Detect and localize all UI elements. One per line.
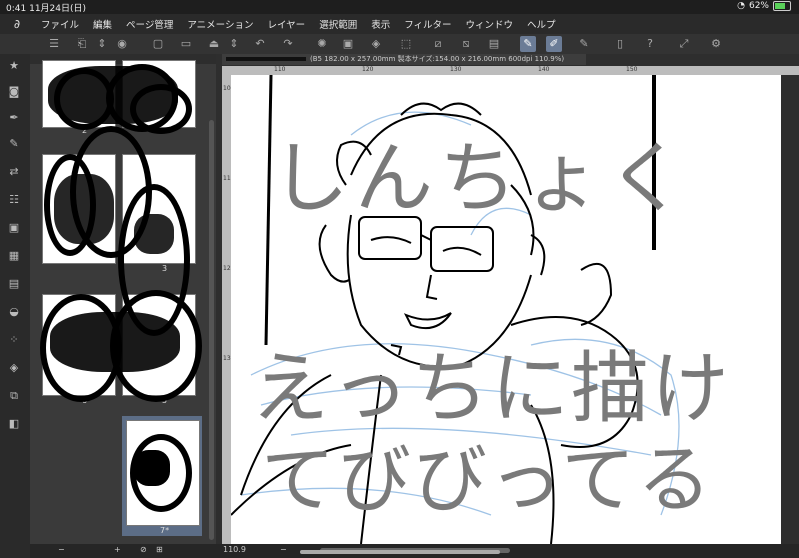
censor-scribble <box>54 68 114 130</box>
ruler-label: 120 <box>362 66 374 73</box>
menu-page[interactable]: ページ管理 <box>119 17 180 31</box>
ruler-label: 140 <box>538 66 550 73</box>
censor-scribble <box>134 450 170 486</box>
status-right: ◔ 62% <box>737 1 791 11</box>
zoom-value[interactable]: 110.9 <box>223 545 246 554</box>
fill-icon[interactable]: ◈ <box>368 36 384 52</box>
zoom-plus-left[interactable]: + <box>114 545 121 554</box>
undo-icon[interactable]: ↶ <box>252 36 268 52</box>
menu-window[interactable]: ウィンドウ <box>459 17 521 31</box>
film-icon[interactable]: ▤ <box>6 276 22 292</box>
zoom-minus-left[interactable]: − <box>58 545 65 554</box>
pen-perspective-icon[interactable]: ✎ <box>576 36 592 52</box>
palette-bar: ★ ◙ ✒ ✎ ⇄ ☷ ▣ ▦ ▤ ◒ ⁘ ◈ ⧉ ◧ <box>0 54 31 558</box>
ruler-left: 100 110 120 130 <box>222 75 234 544</box>
up-down-icon[interactable]: ⇕ <box>226 36 242 52</box>
document-tab[interactable]: (B5 182.00 x 257.00mm 製本サイズ:154.00 x 216… <box>222 54 586 65</box>
menu-help[interactable]: ヘルプ <box>520 17 563 31</box>
new-page-icon[interactable]: ⎗ <box>74 36 90 52</box>
fullscreen-icon[interactable]: ⤢ <box>676 36 692 52</box>
drawing-canvas[interactable]: しんちょく えっちに描け てびびってる <box>231 75 781 544</box>
pen-icon[interactable]: ✒ <box>6 110 22 126</box>
transform-icon[interactable]: ⬚ <box>398 36 414 52</box>
document-info: (B5 182.00 x 257.00mm 製本サイズ:154.00 x 216… <box>310 55 565 63</box>
censor-scribble <box>54 174 114 244</box>
clip-studio-logo-icon[interactable]: ∂ <box>0 17 34 31</box>
ruler-label: 130 <box>450 66 462 73</box>
save-icon[interactable]: ⏏ <box>206 36 222 52</box>
page-panel-scrollbar[interactable] <box>209 120 214 540</box>
note-line-2: えっちに描け <box>251 344 731 434</box>
transfer-icon[interactable]: ⇄ <box>6 164 22 180</box>
menu-layer[interactable]: レイヤー <box>260 17 312 31</box>
note-line-3: てびびってる <box>261 437 713 523</box>
menu-file[interactable]: ファイル <box>34 17 86 31</box>
menu-icon[interactable]: ☰ <box>46 36 62 52</box>
sliders-icon[interactable]: ☷ <box>6 192 22 208</box>
command-bar: ☰ ⎗ ⇕ ◉ ▢ ▭ ⏏ ⇕ ↶ ↷ ✺ ▣ ◈ ⬚ ⧄ ⧅ ▤ ✎ ✐ ✎ … <box>0 34 799 55</box>
page-arrows-icon[interactable]: ⇕ <box>94 36 110 52</box>
page-manager-panel: 2 3 6 5 7* <box>30 54 216 544</box>
deselect-icon[interactable]: ⧄ <box>430 36 446 52</box>
menu-bar: ∂ ファイル 編集 ページ管理 アニメーション レイヤー 選択範囲 表示 フィル… <box>0 14 799 35</box>
menu-selection[interactable]: 選択範囲 <box>312 17 364 31</box>
menu-animation[interactable]: アニメーション <box>180 17 260 31</box>
ruler-label: 150 <box>626 66 638 73</box>
color-icon[interactable]: ◧ <box>6 416 22 432</box>
menu-filter[interactable]: フィルター <box>397 17 458 31</box>
new-file-icon[interactable]: ▢ <box>150 36 166 52</box>
drop-icon[interactable]: ◒ <box>6 304 22 320</box>
censor-scribble <box>130 84 192 134</box>
invert-icon[interactable]: ⧅ <box>458 36 474 52</box>
battery-icon <box>773 1 791 11</box>
camera-icon[interactable]: ◙ <box>6 84 22 100</box>
home-indicator <box>300 550 500 554</box>
zoom-minus[interactable]: − <box>280 545 287 554</box>
ruler-top: 110 120 130 140 150 <box>222 66 799 75</box>
layers-panel-icon[interactable]: ▣ <box>6 220 22 236</box>
status-bar: 0:41 11月24日(日) ◔ 62% <box>0 0 799 14</box>
star-icon[interactable]: ★ <box>6 58 22 74</box>
redo-icon[interactable]: ↷ <box>280 36 296 52</box>
menu-view[interactable]: 表示 <box>364 17 397 31</box>
pen-ruler-icon[interactable]: ✐ <box>546 36 562 52</box>
censor-scribble <box>134 214 174 254</box>
help-icon[interactable]: ? <box>642 36 658 52</box>
page-settings-icon[interactable]: ⊘ <box>140 545 147 554</box>
ruler-label: 110 <box>274 66 286 73</box>
page-number: 7* <box>160 526 170 535</box>
page-add-icon[interactable]: ⊞ <box>156 545 163 554</box>
settings-icon[interactable]: ⚙ <box>708 36 724 52</box>
clear-icon[interactable]: ▣ <box>340 36 356 52</box>
battery-fill <box>775 3 785 9</box>
document-name-redacted <box>226 57 306 61</box>
menu-edit[interactable]: 編集 <box>86 17 119 31</box>
stack-icon[interactable]: ◈ <box>6 360 22 376</box>
device-icon[interactable]: ▯ <box>612 36 628 52</box>
ruler-icon[interactable]: ✎ <box>6 136 22 152</box>
open-folder-icon[interactable]: ▭ <box>178 36 194 52</box>
note-line-1: しんちょく <box>271 134 691 224</box>
sub-tool-icon[interactable]: ⁘ <box>6 332 22 348</box>
status-time: 0:41 11月24日(日) <box>6 4 87 14</box>
artwork: しんちょく えっちに描け てびびってる <box>231 75 731 544</box>
wifi-icon: ◔ <box>737 1 745 11</box>
censor-scribble <box>50 312 180 372</box>
pen-snap-icon[interactable]: ✎ <box>520 36 536 52</box>
battery-percent: 62% <box>748 1 769 11</box>
record-icon[interactable]: ◉ <box>114 36 130 52</box>
stack2-icon[interactable]: ⧉ <box>6 388 22 404</box>
grid-icon[interactable]: ▦ <box>6 248 22 264</box>
select-more-icon[interactable]: ▤ <box>486 36 502 52</box>
loading-icon[interactable]: ✺ <box>314 36 330 52</box>
handwritten-notes: しんちょく えっちに描け てびびってる <box>251 134 731 523</box>
